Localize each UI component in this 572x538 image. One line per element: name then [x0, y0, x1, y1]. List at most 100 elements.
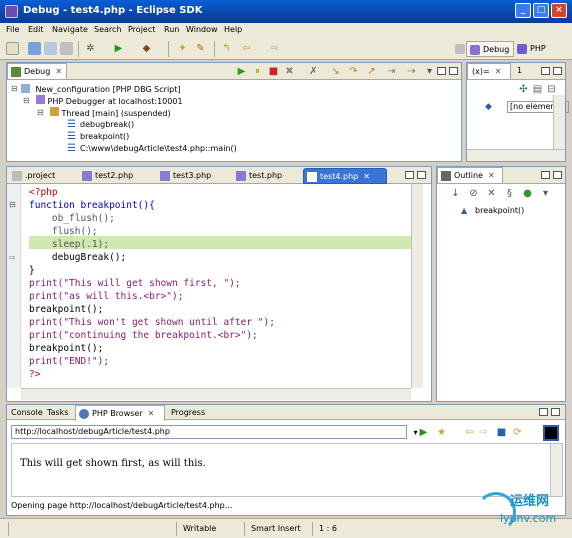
- code-line[interactable]: function breakpoint(){: [29, 199, 155, 212]
- menu-window[interactable]: Window: [186, 25, 218, 34]
- tab-tasks[interactable]: Tasks: [43, 405, 75, 421]
- tab-test4[interactable]: test4.php ✕: [303, 168, 387, 184]
- terminate-icon[interactable]: ■: [267, 65, 280, 78]
- editor-ruler[interactable]: ⊟ ⇨: [7, 184, 21, 388]
- tab-test2[interactable]: test2.php: [79, 168, 149, 184]
- code-line[interactable]: breakpoint();: [29, 342, 103, 355]
- sort-icon[interactable]: ↓: [449, 187, 462, 200]
- close-icon[interactable]: ×: [551, 3, 567, 18]
- code-line[interactable]: breakpoint();: [29, 303, 103, 316]
- code-line[interactable]: print("This won't get shown until after …: [29, 316, 275, 329]
- hide-static-icon[interactable]: ✕: [485, 187, 498, 200]
- tab-debug[interactable]: Debug ✕: [7, 63, 67, 79]
- horizontal-scrollbar[interactable]: [467, 149, 565, 161]
- last-edit-icon[interactable]: ↰: [220, 42, 233, 55]
- code-line[interactable]: print("as will this.<br>");: [29, 290, 183, 303]
- debug-run-icon[interactable]: ✲: [84, 42, 97, 55]
- close-tab-icon[interactable]: ✕: [495, 67, 502, 76]
- step-into-icon[interactable]: ↘: [329, 65, 342, 78]
- code-line[interactable]: print("END!");: [29, 355, 109, 368]
- maximize-icon[interactable]: □: [533, 3, 549, 18]
- open-type-icon[interactable]: ✦: [176, 42, 189, 55]
- menu-navigate[interactable]: Navigate: [52, 25, 88, 34]
- go-icon[interactable]: ▶: [417, 426, 430, 439]
- open-perspective-icon[interactable]: [452, 41, 466, 57]
- code-line[interactable]: print("continuing the breakpoint.<br>");: [29, 329, 258, 342]
- disconnect-icon[interactable]: ✖: [283, 65, 296, 78]
- tab-test[interactable]: test.php: [233, 168, 301, 184]
- view-menu-icon[interactable]: ▾: [539, 187, 552, 200]
- menu-run[interactable]: Run: [164, 25, 179, 34]
- url-input[interactable]: http://localhost/debugArticle/test4.php: [11, 425, 407, 439]
- tab-breakpoints[interactable]: 1: [513, 63, 539, 79]
- horizontal-scrollbar[interactable]: [21, 388, 411, 400]
- menu-file[interactable]: File: [6, 25, 19, 34]
- maximize-view-icon[interactable]: [417, 171, 426, 179]
- run-icon[interactable]: ▶: [112, 42, 125, 55]
- code-line[interactable]: debugBreak();: [29, 251, 126, 264]
- close-tab-icon[interactable]: ✕: [363, 172, 370, 181]
- tab-progress[interactable]: Progress: [167, 405, 213, 421]
- show-logical-icon[interactable]: ▤: [531, 83, 544, 96]
- minimize-view-icon[interactable]: [541, 67, 550, 75]
- view-menu-icon[interactable]: ▾: [423, 65, 436, 78]
- minimize-view-icon[interactable]: [405, 171, 414, 179]
- forward-icon[interactable]: ⇨: [268, 42, 281, 55]
- vertical-scrollbar[interactable]: [553, 95, 565, 149]
- back-icon[interactable]: ⇦: [240, 42, 253, 55]
- back-icon[interactable]: ⇦: [463, 426, 476, 439]
- minimize-view-icon[interactable]: [437, 67, 446, 75]
- stop-icon[interactable]: ■: [495, 426, 508, 439]
- minimize-view-icon[interactable]: [539, 408, 548, 416]
- vertical-scrollbar[interactable]: [411, 184, 423, 388]
- code-line[interactable]: ?>: [29, 368, 40, 381]
- tab-test3[interactable]: test3.php: [157, 168, 227, 184]
- favorites-icon[interactable]: ★: [435, 426, 448, 439]
- external-tools-icon[interactable]: ◆: [140, 42, 153, 55]
- save-all-icon[interactable]: [44, 42, 57, 55]
- step-over-icon[interactable]: ↷: [347, 65, 360, 78]
- minimize-icon[interactable]: _: [515, 3, 531, 18]
- perspective-php[interactable]: PHP: [514, 41, 546, 57]
- code-line[interactable]: print("This will get shown first, ");: [29, 277, 241, 290]
- save-icon[interactable]: [28, 42, 41, 55]
- remove-terminated-icon[interactable]: ✗: [307, 65, 320, 78]
- menu-help[interactable]: Help: [224, 25, 242, 34]
- public-members-icon[interactable]: ●: [521, 187, 534, 200]
- menu-project[interactable]: Project: [128, 25, 155, 34]
- maximize-view-icon[interactable]: [553, 67, 562, 75]
- resume-icon[interactable]: ▶: [235, 65, 248, 78]
- code-line[interactable]: sleep(.1);: [29, 238, 109, 251]
- tab-variables[interactable]: (x)= ✕: [467, 63, 511, 79]
- tab-php-browser[interactable]: PHP Browser ✕: [75, 405, 165, 421]
- close-tab-icon[interactable]: ✕: [55, 67, 62, 76]
- tab-console[interactable]: Console: [7, 405, 43, 421]
- maximize-view-icon[interactable]: [449, 67, 458, 75]
- fold-icon[interactable]: ⊟: [9, 200, 16, 209]
- maximize-view-icon[interactable]: [551, 408, 560, 416]
- menu-search[interactable]: Search: [94, 25, 121, 34]
- forward-icon[interactable]: ⇨: [477, 426, 490, 439]
- close-tab-icon[interactable]: ✕: [148, 409, 155, 418]
- hide-fields-icon[interactable]: ⊘: [467, 187, 480, 200]
- search-tool-icon[interactable]: ✎: [194, 42, 207, 55]
- minimize-view-icon[interactable]: [541, 171, 550, 179]
- code-line[interactable]: ob_flush();: [29, 212, 115, 225]
- use-step-filters-icon[interactable]: ⇢: [405, 65, 418, 78]
- step-return-icon[interactable]: ↗: [365, 65, 378, 78]
- close-tab-icon[interactable]: ✕: [488, 171, 495, 180]
- tab-outline[interactable]: Outline ✕: [437, 167, 503, 183]
- code-line[interactable]: flush();: [29, 225, 98, 238]
- suspend-icon[interactable]: ⏸: [251, 65, 264, 78]
- show-type-names-icon[interactable]: ✣: [517, 83, 530, 96]
- code-line[interactable]: }: [29, 264, 35, 277]
- code-line[interactable]: <?php: [29, 186, 58, 199]
- drop-to-frame-icon[interactable]: ⇥: [385, 65, 398, 78]
- perspective-debug[interactable]: Debug: [466, 41, 515, 57]
- tab-project[interactable]: .project: [9, 168, 71, 184]
- menu-edit[interactable]: Edit: [28, 25, 44, 34]
- hide-nonpublic-icon[interactable]: §: [503, 187, 516, 200]
- print-icon[interactable]: [60, 42, 73, 55]
- new-icon[interactable]: [6, 42, 19, 55]
- refresh-icon[interactable]: ⟳: [511, 426, 524, 439]
